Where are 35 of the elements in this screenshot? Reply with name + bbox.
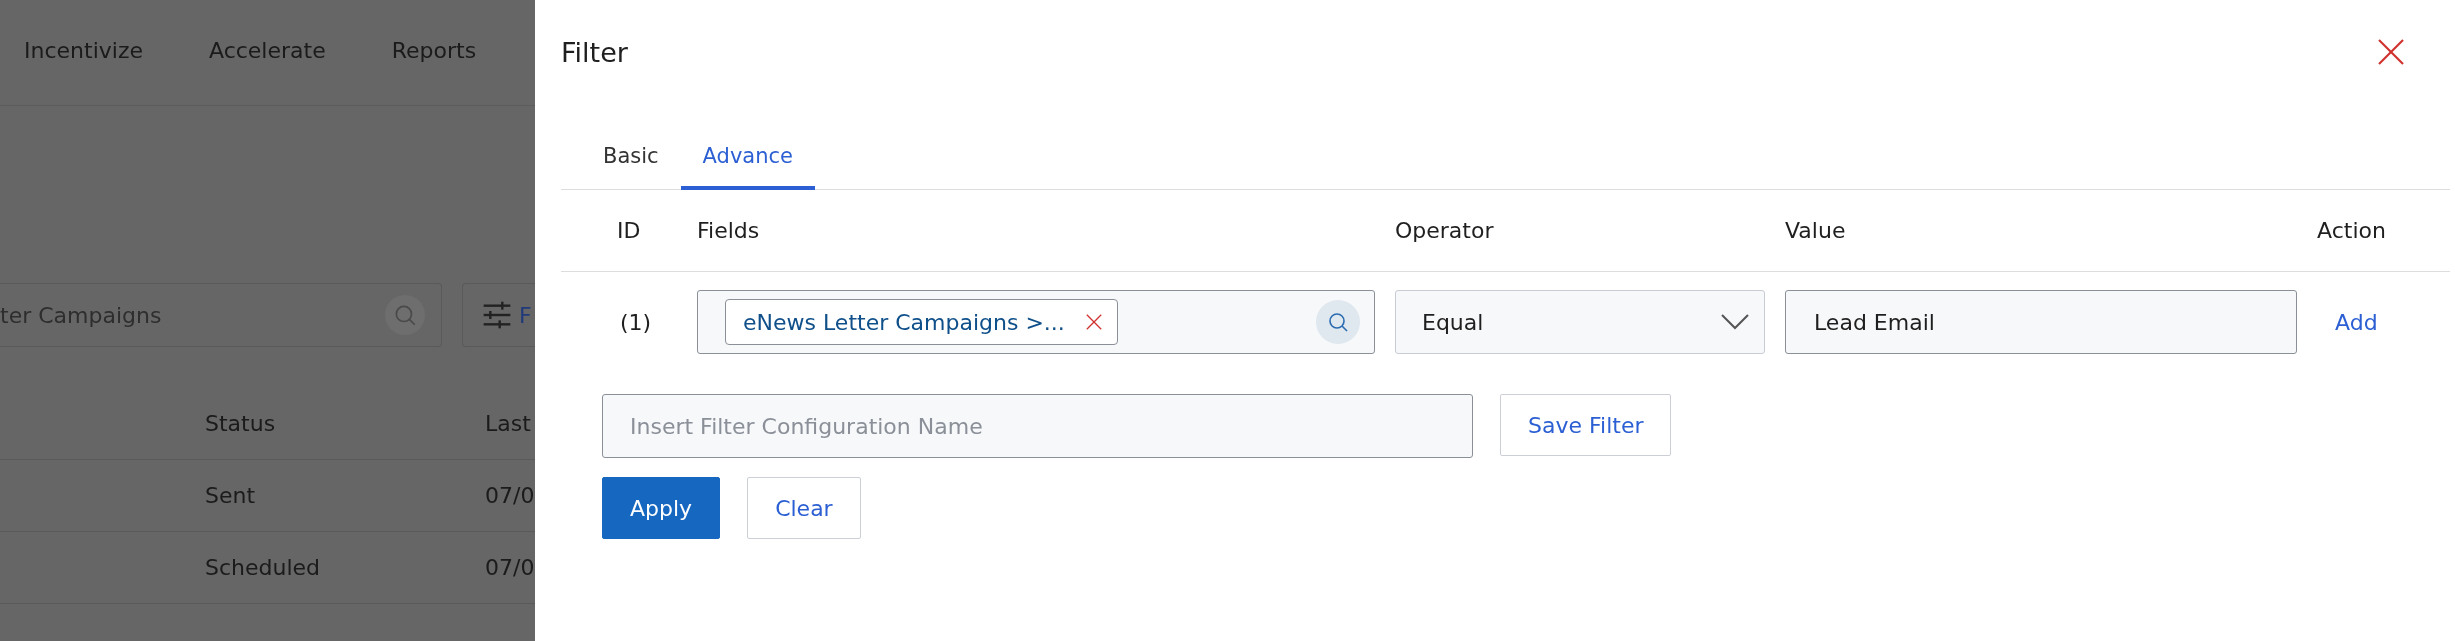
nav-item[interactable]: Incentivize — [24, 38, 143, 63]
nav-item[interactable]: Reports — [391, 38, 477, 63]
column-header: Status — [205, 410, 277, 436]
remove-button[interactable] — [1084, 313, 1103, 331]
column-header: ID — [616, 218, 642, 243]
row-id: (1) — [619, 309, 653, 335]
search-icon — [1326, 310, 1350, 334]
search-button[interactable] — [1316, 300, 1360, 344]
column-header: Fields — [697, 218, 761, 243]
remove-icon — [1084, 313, 1103, 331]
config-name-input[interactable]: Insert Filter Configuration Name — [602, 394, 1473, 458]
save-filter-button[interactable]: Save Filter — [1500, 394, 1672, 456]
nav-item[interactable]: Accelerate — [208, 38, 326, 63]
table-cell: 07/0 — [485, 483, 535, 508]
chevron-down-icon — [1720, 313, 1750, 331]
column-header: Operator — [1395, 218, 1495, 243]
panel-title: Filter — [561, 36, 628, 68]
fields-input[interactable]: eNews Letter Campaigns >... — [697, 290, 1375, 354]
column-header: Action — [2317, 218, 2387, 243]
tab[interactable]: Basic — [581, 130, 681, 190]
field-chip: eNews Letter Campaigns >... — [725, 299, 1118, 345]
operator-dropdown[interactable]: Equal — [1395, 290, 1765, 354]
table-cell-text: Scheduled — [205, 555, 322, 580]
sliders-icon — [481, 299, 513, 331]
search-placeholder: ter Campaigns — [0, 302, 162, 328]
column-header: Last — [485, 410, 532, 436]
table-cell-text: Sent — [205, 483, 257, 508]
add-link[interactable]: Add — [2317, 309, 2450, 335]
value-input[interactable]: Lead Email — [1785, 290, 2297, 354]
apply-button[interactable]: Apply — [602, 477, 721, 539]
tab[interactable]: Advance — [680, 130, 815, 190]
table-cell: 07/0 — [485, 555, 535, 580]
clear-button[interactable]: Clear — [747, 477, 861, 539]
close-icon — [2376, 37, 2406, 67]
column-header: Value — [1785, 218, 1847, 243]
